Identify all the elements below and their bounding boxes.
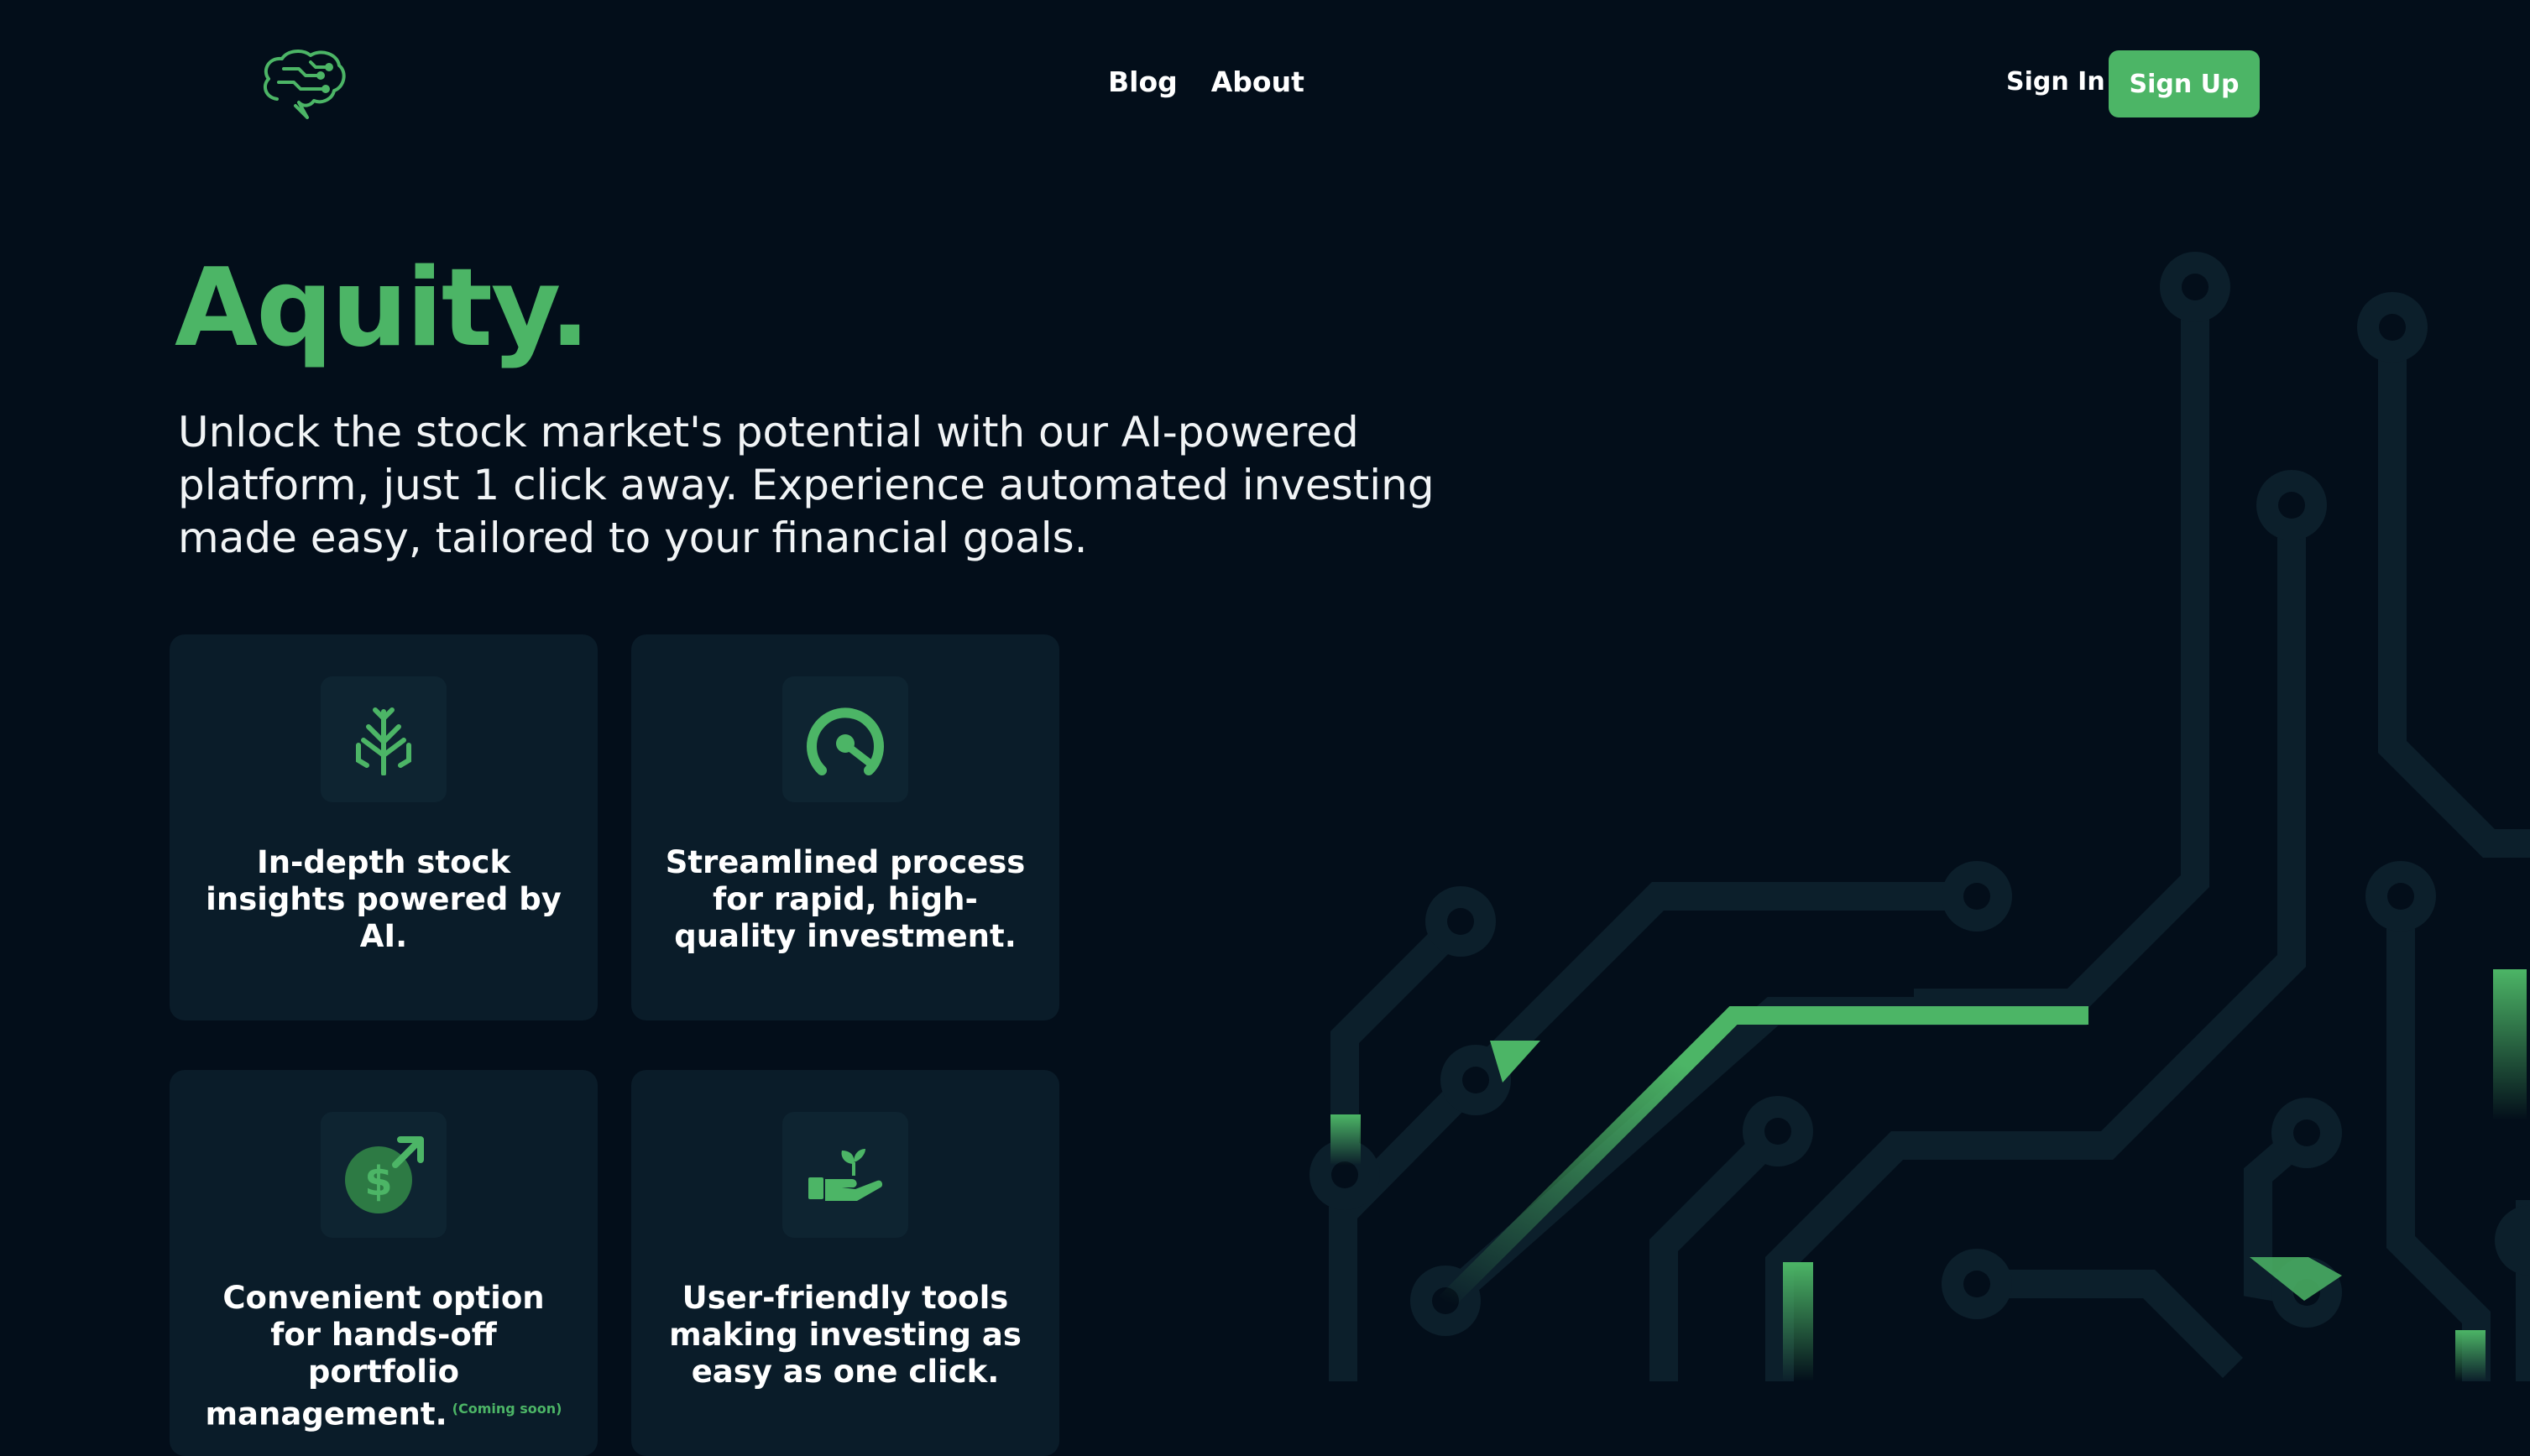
feature-card-process: Streamlined process for rapid, high-qual…: [631, 634, 1059, 1020]
speedometer-icon: [782, 676, 908, 802]
feature-card-portfolio: $ Convenient option for hands-off portfo…: [170, 1070, 598, 1456]
feature-card-insights: In-depth stock insights powered by AI.: [170, 634, 598, 1020]
feature-card-tools: User-friendly tools making investing as …: [631, 1070, 1059, 1456]
sign-in-link[interactable]: Sign In: [2006, 67, 2105, 97]
feature-text: Streamlined process for rapid, high-qual…: [665, 844, 1026, 954]
feature-text: In-depth stock insights powered by AI.: [206, 844, 562, 954]
svg-text:$: $: [364, 1158, 392, 1205]
coming-soon-badge: (Coming soon): [452, 1401, 562, 1417]
sign-up-button[interactable]: Sign Up: [2109, 50, 2260, 117]
hand-sprout-icon: [782, 1112, 908, 1238]
feature-text: User-friendly tools making investing as …: [669, 1280, 1022, 1390]
brain-logo-icon[interactable]: [260, 47, 348, 119]
hero-title: Aquity.: [175, 246, 590, 371]
nav-link-blog[interactable]: Blog: [1108, 65, 1178, 98]
feature-text: Convenient option for hands-off portfoli…: [203, 1280, 564, 1433]
dollar-growth-icon: $: [321, 1112, 447, 1238]
nav-link-about[interactable]: About: [1211, 65, 1304, 98]
tree-icon: [321, 676, 447, 802]
top-navigation: Blog About Sign In Sign Up: [0, 0, 2530, 168]
hero-subtitle: Unlock the stock market's potential with…: [178, 408, 1435, 562]
